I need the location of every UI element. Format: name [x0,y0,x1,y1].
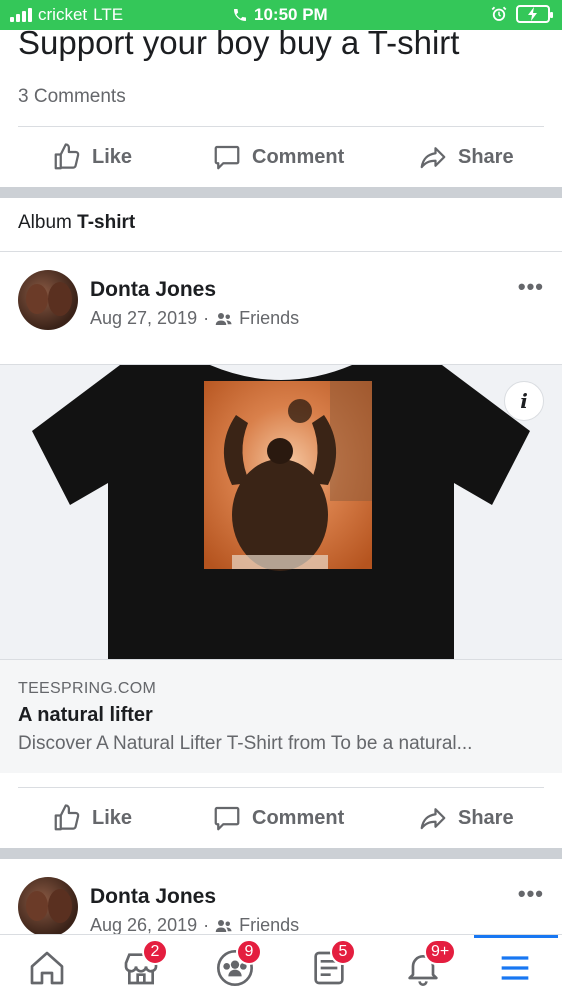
link-text[interactable]: TEESPRING.COM A natural lifter Discover … [0,659,562,773]
share-button[interactable]: Share [418,127,514,187]
post-meta: Aug 26, 2019 · Friends [90,915,299,936]
album-row[interactable]: Album T-shirt [18,212,135,234]
link-card[interactable]: i TEESPRING.COM A natural lifter Discove… [0,364,562,773]
poster-info: Donta Jones Aug 27, 2019 · Friends [90,278,299,329]
comments-count[interactable]: 3 Comments [18,86,126,108]
audience-label: Friends [239,308,300,328]
album-name[interactable]: T-shirt [77,212,135,233]
post-actions: Like Comment Share [0,127,562,187]
notification-badge: 9 [236,939,262,965]
nav-notifications[interactable]: 9+ [398,939,457,993]
bottom-nav: 2 9 5 9+ [0,934,562,1000]
share-label: Share [458,806,514,829]
comment-icon [214,145,240,170]
post-header: Donta Jones Aug 26, 2019 · Friends [18,877,299,937]
thumbs-up-icon [54,804,80,831]
nav-groups[interactable]: 9 [210,939,262,993]
link-title: A natural lifter [18,704,153,726]
share-icon [420,808,446,830]
meta-separator: · [203,308,210,328]
tshirt-image [32,365,530,659]
notification-badge: 9+ [424,939,457,965]
nav-news[interactable]: 5 [304,939,356,993]
active-tab-indicator [474,935,558,938]
audience-label: Friends [239,915,300,935]
avatar[interactable] [18,877,78,937]
battery-icon [516,5,553,23]
avatar[interactable] [18,270,78,330]
post-date[interactable]: Aug 27, 2019 [90,308,197,329]
like-label: Like [92,806,133,829]
divider [0,251,562,252]
share-button[interactable]: Share [418,788,514,848]
clock-time: 10:50 PM [254,5,328,24]
alarm-icon [491,6,507,21]
author-name[interactable]: Donta Jones [90,885,299,909]
carrier-name: cricket [38,5,88,24]
like-button[interactable]: Like [52,127,132,187]
nav-menu[interactable] [490,943,540,993]
friends-icon [215,312,232,325]
album-prefix: Album [18,212,72,233]
friends-icon [215,919,232,932]
home-icon [30,951,64,985]
poster-info: Donta Jones Aug 26, 2019 · Friends [90,885,299,936]
more-options-icon[interactable]: ••• [518,274,544,300]
comment-label: Comment [252,145,345,168]
like-label: Like [92,145,133,168]
thumbs-up-icon [54,143,80,170]
nav-marketplace[interactable]: 2 [116,939,168,993]
post-title: Support your boy buy a T-shirt [18,24,460,61]
more-options-icon[interactable]: ••• [518,881,544,907]
post-header: Donta Jones Aug 27, 2019 · Friends [18,270,299,330]
meta-separator: · [203,915,210,935]
post-meta: Aug 27, 2019 · Friends [90,308,299,329]
nav-home[interactable] [22,943,72,993]
author-name[interactable]: Donta Jones [90,278,299,302]
post-actions: Like Comment Share [0,788,562,848]
share-label: Share [458,145,514,168]
notification-badge: 5 [330,939,356,965]
comment-label: Comment [252,806,345,829]
like-button[interactable]: Like [52,788,132,848]
share-icon [420,147,446,169]
comment-button[interactable]: Comment [212,788,344,848]
link-image[interactable]: i [0,365,562,659]
phone-icon [234,9,246,21]
status-right [490,5,553,23]
comment-icon [214,806,240,831]
post-date[interactable]: Aug 26, 2019 [90,915,197,936]
link-description: Discover A Natural Lifter T-Shirt from T… [18,733,473,754]
info-icon[interactable]: i [504,381,544,421]
comment-button[interactable]: Comment [212,127,344,187]
signal-icon [10,8,32,22]
section-separator [0,848,562,859]
menu-icon [501,956,529,980]
status-left: cricket LTE [10,5,123,25]
section-separator [0,187,562,198]
notification-badge: 2 [142,939,168,965]
network-type: LTE [93,5,124,24]
link-domain: TEESPRING.COM [18,680,157,697]
status-center: 10:50 PM [232,5,328,25]
